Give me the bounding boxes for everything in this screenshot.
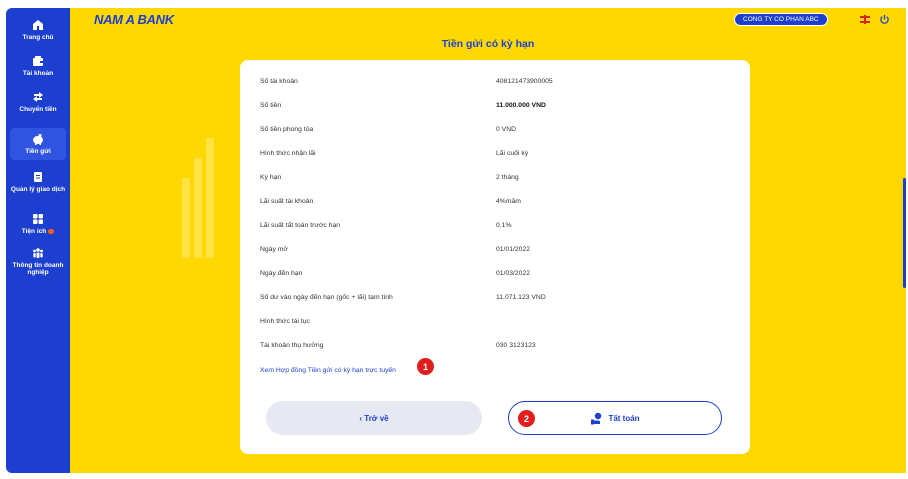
settle-button[interactable]: Tất toán: [508, 401, 722, 435]
detail-value: 0.1%: [496, 222, 512, 229]
detail-label: Lãi suất tài khoản: [260, 198, 314, 205]
detail-label: Số tài khoản: [260, 78, 298, 85]
detail-row: Số tiền 11.000.000 VND: [260, 102, 730, 114]
app-frame: Trang chủ Tài khoản Chuyển tiền Tiền gửi…: [0, 0, 908, 479]
detail-value: Lãi cuối kỳ: [496, 150, 529, 157]
sidebar-item-label: Chuyển tiền: [19, 106, 57, 113]
sidebar-item-utilities[interactable]: Tiện ích: [6, 212, 70, 235]
sidebar-item-label: Trang chủ: [22, 34, 54, 41]
detail-label: Kỳ hạn: [260, 174, 282, 181]
detail-row: Lãi suất tài khoản 4%/năm: [260, 198, 730, 210]
detail-row: Số dư vào ngày đến hạn (gốc + lãi) tạm t…: [260, 294, 730, 306]
detail-label: Lãi suất tất toán trước hạn: [260, 222, 341, 229]
detail-row: Tài khoản thụ hưởng 030 3123123: [260, 342, 730, 354]
sidebar-item-label: Tiền gửi: [25, 148, 51, 155]
detail-value: 11.071.123 VND: [496, 294, 546, 301]
piggy-bank-icon: [31, 132, 45, 146]
detail-label: Hình thức tái tục: [260, 318, 310, 325]
detail-label: Số dư vào ngày đến hạn (gốc + lãi) tạm t…: [260, 294, 393, 301]
step-badge-2: 2: [518, 410, 535, 427]
detail-label: Hình thức nhận lãi: [260, 150, 316, 157]
detail-row: Hình thức tái tục: [260, 318, 730, 330]
grid-icon: [31, 212, 45, 226]
sidebar-item-label: Tài khoản: [22, 70, 54, 77]
detail-row: Số tài khoản 408121473900005: [260, 78, 730, 90]
detail-label: Ngày mở: [260, 246, 288, 253]
detail-label: Số tiền phong tỏa: [260, 126, 314, 133]
sidebar: Trang chủ Tài khoản Chuyển tiền Tiền gửi…: [6, 8, 70, 473]
detail-value: 01/03/2022: [496, 270, 531, 277]
sidebar-item-label: Quản lý giao dịch: [10, 186, 66, 193]
sidebar-item-transactions[interactable]: Quản lý giao dịch: [6, 170, 70, 193]
company-selector[interactable]: CONG TY CO PHAN ABC: [734, 13, 828, 26]
settle-button-label: Tất toán: [608, 413, 640, 423]
step-badge-1: 1: [417, 358, 434, 375]
decorative-bars: [182, 138, 214, 258]
page-scrollbar[interactable]: [903, 178, 906, 288]
brand-logo: NAM A BANK: [94, 12, 174, 27]
detail-label: Số tiền: [260, 102, 282, 109]
page-title: Tiền gửi có kỳ hạn: [441, 38, 535, 50]
detail-row: Ngày mở 01/01/2022: [260, 246, 730, 258]
detail-value: 0 VND: [496, 126, 517, 133]
view-contract-link[interactable]: Xem Hợp đồng Tiền gửi có kỳ hạn trực tuy…: [260, 367, 396, 374]
detail-value: 030 3123123: [496, 342, 536, 349]
sidebar-item-transfer[interactable]: Chuyển tiền: [6, 90, 70, 113]
language-flag-icon[interactable]: [860, 15, 870, 24]
sidebar-item-home[interactable]: Trang chủ: [6, 18, 70, 41]
detail-row: Số tiền phong tỏa 0 VND: [260, 126, 730, 138]
detail-value: 408121473900005: [496, 78, 553, 85]
sidebar-item-label: Thông tin doanh nghiệp: [12, 262, 64, 276]
detail-label: Tài khoản thụ hưởng: [260, 342, 324, 349]
wallet-icon: [31, 54, 45, 68]
sidebar-item-deposit[interactable]: Tiền gửi: [10, 128, 66, 160]
document-icon: [31, 170, 45, 184]
sidebar-item-label: Tiện ích: [21, 228, 47, 235]
detail-row: Lãi suất tất toán trước hạn 0.1%: [260, 222, 730, 234]
deposit-detail-card: Số tài khoản 408121473900005 Số tiền 11.…: [240, 60, 750, 454]
detail-value: 2 tháng: [496, 174, 519, 181]
transfer-icon: [31, 90, 45, 104]
settle-icon: [591, 412, 602, 424]
sidebar-item-accounts[interactable]: Tài khoản: [6, 54, 70, 77]
detail-value: 4%/năm: [496, 198, 521, 205]
detail-row: Ngày đến hạn 01/03/2022: [260, 270, 730, 282]
detail-row: Kỳ hạn 2 tháng: [260, 174, 730, 186]
main-area: NAM A BANK CONG TY CO PHAN ABC Tiền gửi …: [70, 8, 906, 473]
back-button[interactable]: ‹ Trở về: [266, 401, 482, 435]
logout-icon[interactable]: [879, 14, 890, 25]
new-badge: [48, 228, 55, 234]
detail-value: 01/01/2022: [496, 246, 531, 253]
detail-row: Hình thức nhận lãi Lãi cuối kỳ: [260, 150, 730, 162]
people-icon: [31, 246, 45, 260]
detail-value: 11.000.000 VND: [496, 102, 546, 109]
detail-label: Ngày đến hạn: [260, 270, 303, 277]
home-icon: [31, 18, 45, 32]
sidebar-item-company-info[interactable]: Thông tin doanh nghiệp: [6, 246, 70, 276]
